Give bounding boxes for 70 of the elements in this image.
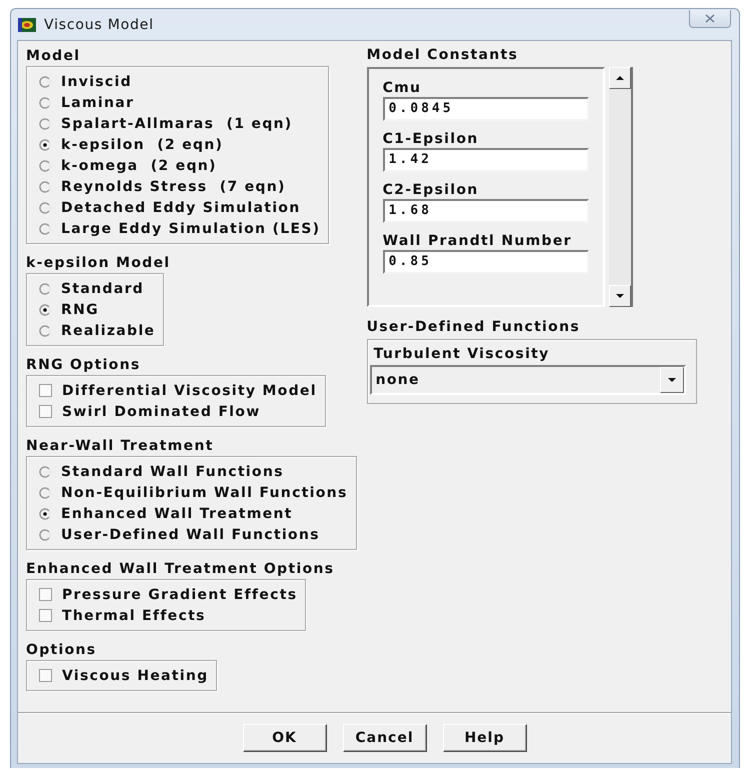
checkbox[interactable] xyxy=(39,384,52,397)
close-icon xyxy=(705,14,715,22)
radio-button[interactable] xyxy=(39,160,51,172)
group-title: RNG Options xyxy=(26,356,140,375)
option-label: Detached Eddy Simulation xyxy=(61,200,300,216)
option-label: Laminar xyxy=(61,94,134,110)
option-label: Reynolds Stress (7 eqn) xyxy=(61,178,286,194)
radio-button[interactable] xyxy=(39,508,51,520)
option-label: Realizable xyxy=(61,322,156,338)
group-title: Enhanced Wall Treatment Options xyxy=(26,560,334,579)
field-label: Turbulent Viscosity xyxy=(372,346,551,362)
radio-button[interactable] xyxy=(39,138,51,150)
group-title: User-Defined Functions xyxy=(366,319,581,335)
option-label: User-Defined Wall Functions xyxy=(61,526,320,542)
dropdown[interactable]: none xyxy=(370,365,686,395)
radio-button[interactable] xyxy=(39,76,51,88)
option-label: RNG xyxy=(61,302,99,318)
option-label: Large Eddy Simulation (LES) xyxy=(61,220,320,236)
checkbox[interactable] xyxy=(39,609,52,622)
checkbox[interactable] xyxy=(39,669,52,682)
field-label: Wall Prandtl Number xyxy=(382,233,573,250)
field-label: Cmu xyxy=(382,80,422,97)
scroll-up-button[interactable] xyxy=(608,67,631,89)
radio-button[interactable] xyxy=(39,466,51,478)
dialog-button[interactable]: Cancel xyxy=(342,724,426,752)
radio-button[interactable] xyxy=(39,304,51,316)
option-label: k-epsilon (2 eqn) xyxy=(61,136,224,152)
option-label: Swirl Dominated Flow xyxy=(62,404,260,420)
radio-button[interactable] xyxy=(39,118,51,130)
group-title: k-epsilon Model xyxy=(26,254,170,273)
close-button[interactable] xyxy=(689,10,731,28)
option-label: Differential Viscosity Model xyxy=(62,382,317,398)
option-label: Spalart-Allmaras (1 eqn) xyxy=(61,116,293,132)
group-title: Model Constants xyxy=(366,47,520,63)
group-title: Options xyxy=(26,641,96,660)
dialog-button[interactable]: Help xyxy=(442,724,526,752)
checkbox[interactable] xyxy=(39,588,52,601)
option-label: Standard Wall Functions xyxy=(61,464,284,480)
radio-button[interactable] xyxy=(39,324,51,336)
radio-button[interactable] xyxy=(39,222,51,234)
app-icon xyxy=(18,18,36,32)
radio-button[interactable] xyxy=(39,486,51,498)
radio-button[interactable] xyxy=(39,96,51,108)
radio-button[interactable] xyxy=(39,528,51,540)
option-label: Inviscid xyxy=(61,74,132,90)
input-field[interactable]: 1.68 xyxy=(382,199,589,223)
option-label: k-omega (2 eqn) xyxy=(61,158,217,174)
option-label: Pressure Gradient Effects xyxy=(62,586,298,602)
option-label: Thermal Effects xyxy=(62,608,206,624)
group-title: Near-Wall Treatment xyxy=(26,437,214,456)
input-field[interactable]: 0.0845 xyxy=(382,97,589,121)
checkbox[interactable] xyxy=(39,405,52,418)
option-label: Enhanced Wall Treatment xyxy=(61,506,293,522)
scrollbar[interactable] xyxy=(608,67,633,307)
radio-button[interactable] xyxy=(39,180,51,192)
field-label: C1-Epsilon xyxy=(382,131,480,148)
input-field[interactable]: 0.85 xyxy=(382,250,589,274)
option-label: Viscous Heating xyxy=(62,668,208,684)
field-label: C2-Epsilon xyxy=(382,182,480,199)
radio-button[interactable] xyxy=(39,282,51,294)
dialog-button[interactable]: OK xyxy=(242,724,326,752)
option-label: Standard xyxy=(61,280,144,296)
scroll-down-button[interactable] xyxy=(608,285,631,307)
radio-button[interactable] xyxy=(39,202,51,214)
option-label: Non-Equilibrium Wall Functions xyxy=(61,484,348,500)
input-field[interactable]: 1.42 xyxy=(382,148,589,172)
down-arrow-icon xyxy=(616,294,624,298)
up-arrow-icon xyxy=(616,76,624,80)
window-title: Viscous Model xyxy=(44,16,154,32)
group-title: Model xyxy=(26,47,80,66)
